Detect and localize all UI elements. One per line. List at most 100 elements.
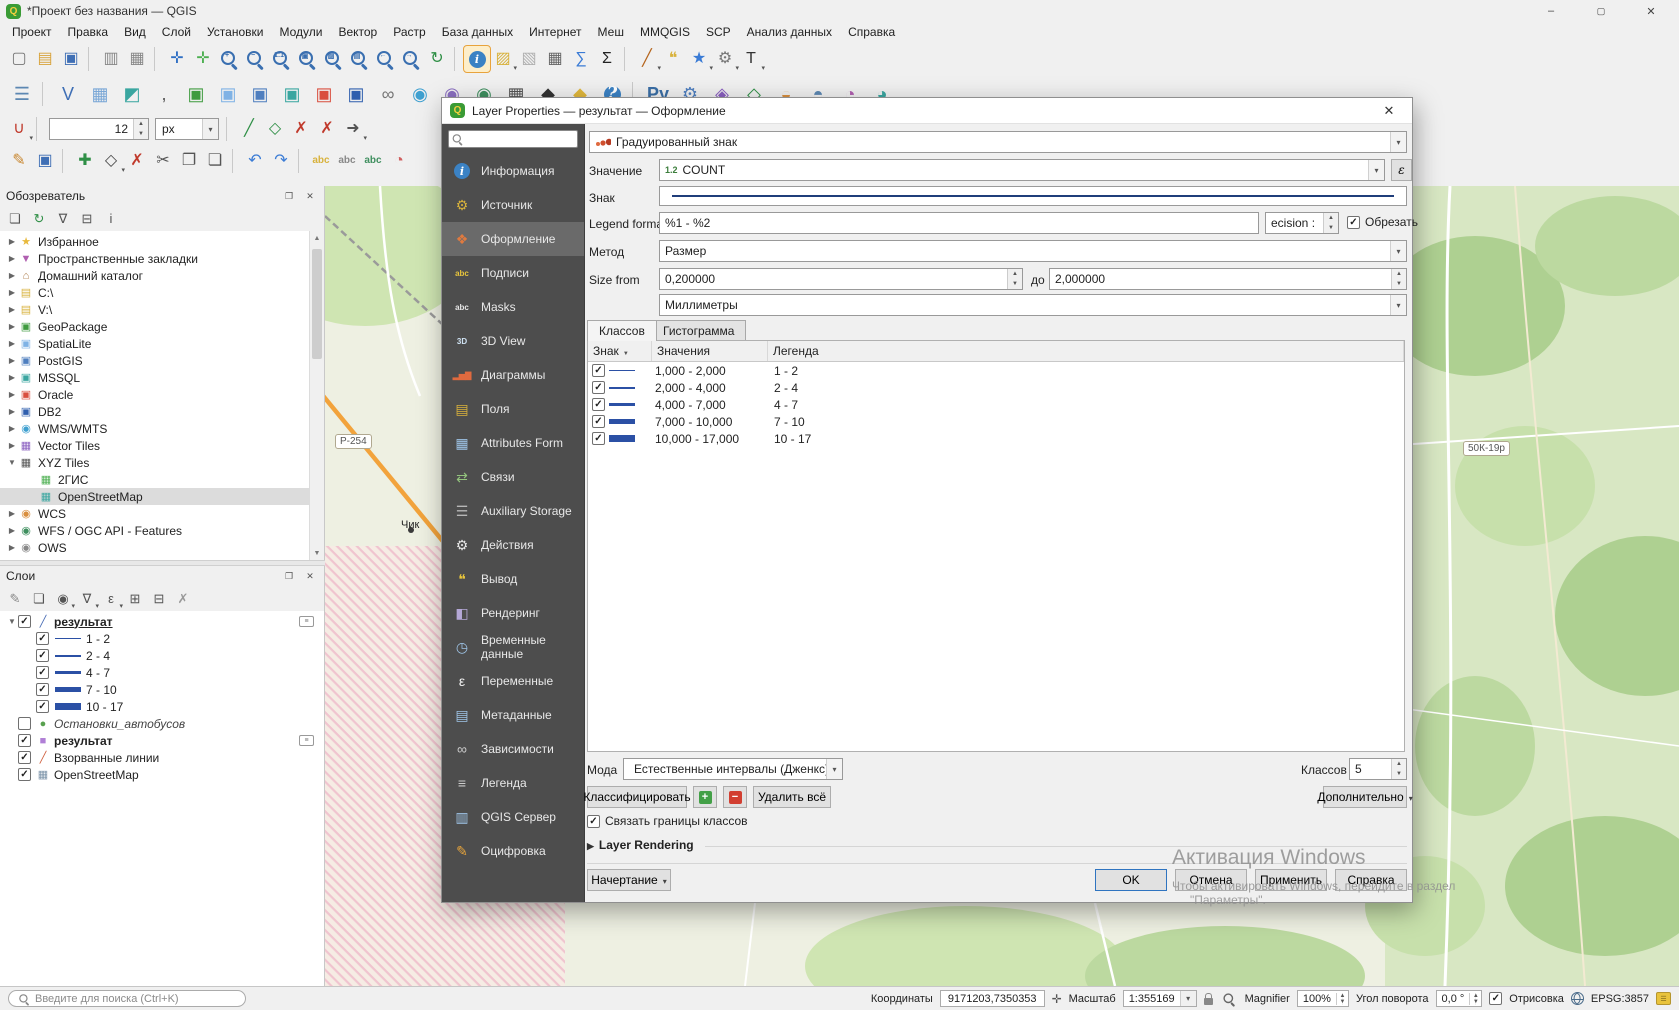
layers-visibility[interactable]: ◉▾ (52, 588, 74, 610)
browser-scrollbar[interactable]: ▲ ▼ (309, 231, 324, 560)
zoom-native[interactable]: 1:1 (268, 46, 294, 72)
browser-collapse-all[interactable]: ⊟ (76, 208, 98, 230)
expander-icon[interactable]: ▶ (6, 424, 18, 433)
link-classes-checkbox[interactable] (587, 815, 600, 828)
layer-checkbox[interactable] (18, 615, 31, 628)
new-bookmark[interactable]: ★▾ (686, 46, 712, 72)
tab-histogram[interactable]: Гистограмма (651, 320, 746, 340)
snapping-units[interactable]: px (155, 118, 219, 140)
spinner-arrows[interactable] (1323, 213, 1338, 233)
field-calculator[interactable]: ∑ (568, 46, 594, 72)
layers-add-group[interactable]: ❏ (28, 588, 50, 610)
layer-notes-icon[interactable]: ≡ (299, 735, 314, 746)
dialog-search-box[interactable] (448, 130, 578, 148)
browser-item-ows[interactable]: ▶◉OWS (0, 539, 324, 556)
layer-item-result-poly[interactable]: ■результат≡ (0, 732, 324, 749)
expression-button[interactable]: ε (1391, 159, 1412, 181)
dialog-tab-digitizing[interactable]: ✎Оцифровка (442, 834, 584, 868)
help-button[interactable]: Справка (1335, 869, 1407, 891)
undo[interactable]: ↶ (242, 148, 268, 174)
dialog-tab-labels[interactable]: abcПодписи (442, 256, 584, 290)
menubar-item-12[interactable]: MMQGIS (632, 23, 698, 41)
legend-checkbox[interactable] (36, 649, 49, 662)
layers-legend-item[interactable]: 1 - 2 (0, 630, 324, 647)
spinner-arrows[interactable] (1336, 993, 1348, 1005)
layer-checkbox[interactable] (18, 717, 31, 730)
expander-icon[interactable]: ▶ (6, 305, 18, 314)
value-combo[interactable]: 1.2COUNT (659, 159, 1385, 181)
options-search[interactable]: ⚙▾ (712, 46, 738, 72)
dialog-tab-metadata[interactable]: ▤Метаданные (442, 698, 584, 732)
label-pin[interactable]: abc (334, 148, 360, 174)
layers-style[interactable]: ✎ (4, 588, 26, 610)
layer-checkbox[interactable] (18, 734, 31, 747)
precision-spinner[interactable]: ecision : (1265, 212, 1339, 234)
browser-item-mssql[interactable]: ▶▣MSSQL (0, 369, 324, 386)
dialog-tab-symbology[interactable]: ❖Оформление (442, 222, 584, 256)
classes-count-spinner[interactable]: 5 (1349, 758, 1407, 780)
menubar-item-11[interactable]: Меш (590, 23, 632, 41)
menubar-item-2[interactable]: Правка (60, 23, 117, 41)
maximize-button[interactable] (1579, 0, 1623, 22)
map-tips[interactable]: ❝ (660, 46, 686, 72)
layer-item-osm-layer[interactable]: ▦OpenStreetMap (0, 766, 324, 783)
expander-icon[interactable]: ▼ (6, 458, 18, 467)
layers-expand-all[interactable]: ⊞ (124, 588, 146, 610)
layers-filter-legend[interactable]: ∇▾ (76, 588, 98, 610)
browser-item-wms-wmts[interactable]: ▶◉WMS/WMTS (0, 420, 324, 437)
menubar-item-1[interactable]: Проект (4, 23, 60, 41)
browser-item-spatial-bookmarks[interactable]: ▶▼Пространственные закладки (0, 250, 324, 267)
class-checkbox[interactable] (592, 364, 605, 377)
browser-item-geopackage[interactable]: ▶▣GeoPackage (0, 318, 324, 335)
zoom-out[interactable]: − (242, 46, 268, 72)
classes-row[interactable]: 4,000 - 7,0004 - 7 (588, 396, 1404, 413)
class-checkbox[interactable] (592, 381, 605, 394)
open-project[interactable]: ▤ (32, 46, 58, 72)
delete-all-button[interactable]: Удалить всё (753, 786, 831, 808)
crs-globe-icon[interactable] (1571, 992, 1584, 1005)
apply-button[interactable]: Применить (1255, 869, 1327, 891)
crs-label[interactable]: EPSG:3857 (1591, 993, 1649, 1005)
dialog-tab-variables[interactable]: εПеременные (442, 664, 584, 698)
messages-icon[interactable]: ☰ (1656, 992, 1671, 1005)
diagram-options[interactable]: ◔ (386, 148, 412, 174)
classes-header-3[interactable]: Легенда (768, 341, 1404, 361)
menubar-item-3[interactable]: Вид (116, 23, 154, 41)
label-highlight[interactable]: abc (360, 148, 386, 174)
browser-item-drive-v[interactable]: ▶▤V:\ (0, 301, 324, 318)
dialog-tab-masks[interactable]: abcMasks (442, 290, 584, 324)
menubar-item-13[interactable]: SCP (698, 23, 739, 41)
layers-collapse-all[interactable]: ⊟ (148, 588, 170, 610)
dialog-tab-source[interactable]: ⚙Источник (442, 188, 584, 222)
symbol-preview-button[interactable] (659, 186, 1407, 206)
zoom-in[interactable]: + (216, 46, 242, 72)
class-checkbox[interactable] (592, 432, 605, 445)
cancel-button[interactable]: Отмена (1175, 869, 1247, 891)
vertex-tool[interactable]: ◇▾ (98, 148, 124, 174)
layer-checkbox[interactable] (18, 751, 31, 764)
browser-item-openstreetmap[interactable]: ▦OpenStreetMap (0, 488, 324, 505)
classes-row[interactable]: 7,000 - 10,0007 - 10 (588, 413, 1404, 430)
menubar-item-9[interactable]: База данных (434, 23, 521, 41)
menubar-item-14[interactable]: Анализ данных (739, 23, 840, 41)
zoom-to-selection[interactable]: ▨ (320, 46, 346, 72)
expander-icon[interactable]: ▶ (6, 271, 18, 280)
expander-icon[interactable]: ▶ (6, 322, 18, 331)
zoom-next[interactable]: → (398, 46, 424, 72)
classes-row[interactable]: 1,000 - 2,0001 - 2 (588, 362, 1404, 379)
new-project[interactable]: ▢ (6, 46, 32, 72)
menubar-item-6[interactable]: Модули (271, 23, 330, 41)
legend-checkbox[interactable] (36, 683, 49, 696)
text-annotation[interactable]: T▾ (738, 46, 764, 72)
browser-item-home[interactable]: ▶⌂Домашний каталог (0, 267, 324, 284)
spinner-arrows[interactable] (1391, 269, 1406, 289)
browser-item-wfs[interactable]: ▶◉WFS / OGC API - Features (0, 522, 324, 539)
expander-icon[interactable]: ▶ (6, 237, 18, 246)
remove-class-button[interactable]: − (723, 786, 747, 808)
add-class-button[interactable]: + (693, 786, 717, 808)
scroll-down-icon[interactable]: ▼ (310, 546, 324, 560)
spinner-arrows[interactable] (1469, 993, 1481, 1005)
open-attribute-table[interactable]: ▦ (542, 46, 568, 72)
magnifier-spinner[interactable]: 100% (1297, 990, 1349, 1007)
lock-icon[interactable] (1204, 998, 1213, 1005)
